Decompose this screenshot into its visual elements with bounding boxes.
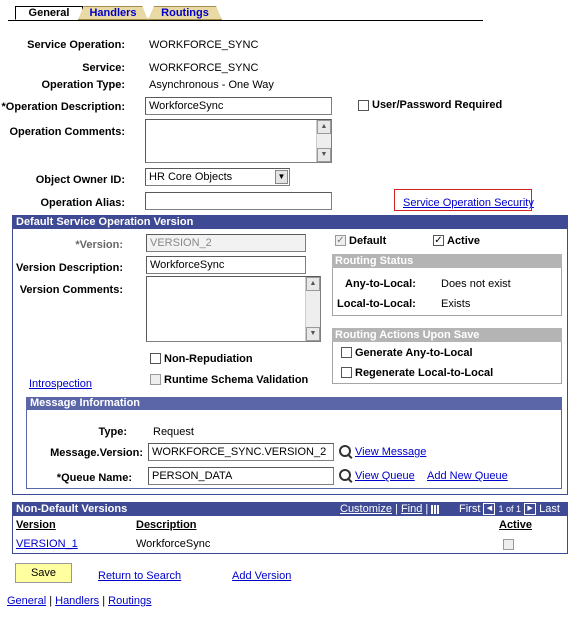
runtime-schema-label: Runtime Schema Validation xyxy=(164,374,309,386)
type-value: Request xyxy=(153,426,194,438)
chevron-down-icon[interactable]: ▼ xyxy=(275,170,288,184)
regenerate-local-to-local-label: Regenerate Local-to-Local xyxy=(355,367,494,379)
add-new-queue-link[interactable]: Add New Queue xyxy=(427,470,508,482)
routing-actions-title: Routing Actions Upon Save xyxy=(332,328,562,342)
queue-name-label: *Queue Name: xyxy=(56,472,132,484)
column-header-active: Active xyxy=(499,519,533,531)
generate-any-to-local-label: Generate Any-to-Local xyxy=(355,347,473,359)
generate-any-to-local-checkbox[interactable] xyxy=(341,347,352,358)
version-label: *Version: xyxy=(75,239,123,251)
version-section-title: Default Service Operation Version xyxy=(12,215,568,229)
tab-handlers[interactable]: Handlers xyxy=(78,6,148,20)
default-label: Default xyxy=(349,235,387,247)
message-version-label: Message.Version: xyxy=(50,447,143,459)
version-description-label: Version Description: xyxy=(16,262,123,274)
nav-separator: | xyxy=(395,503,398,515)
non-repudiation-label: Non-Repudiation xyxy=(164,353,253,365)
object-owner-select[interactable]: HR Core Objects ▼ xyxy=(145,168,290,186)
column-header-version: Version xyxy=(16,519,56,531)
operation-comments-field[interactable]: ▲ ▼ xyxy=(145,119,332,163)
default-checkbox: ✓ xyxy=(335,235,346,246)
object-owner-label: Object Owner ID: xyxy=(35,174,125,186)
regenerate-local-to-local-checkbox[interactable] xyxy=(341,367,352,378)
routing-status-title: Routing Status xyxy=(332,254,562,268)
grid-icon[interactable] xyxy=(431,504,441,514)
version-description-field[interactable]: WorkforceSync xyxy=(146,256,306,274)
runtime-schema-checkbox xyxy=(150,374,161,385)
scroll-up-icon[interactable]: ▲ xyxy=(306,277,320,291)
active-checkbox[interactable]: ✓ xyxy=(433,235,444,246)
service-value: WORKFORCE_SYNC xyxy=(149,62,259,74)
any-to-local-value: Does not exist xyxy=(441,278,511,290)
message-section-title: Message Information xyxy=(26,397,562,410)
bottom-link-handlers[interactable]: Handlers xyxy=(55,595,99,607)
operation-comments-label: Operation Comments: xyxy=(9,126,125,138)
next-icon[interactable]: ▶ xyxy=(524,503,537,516)
find-link[interactable]: Find xyxy=(401,503,422,515)
active-label: Active xyxy=(447,235,481,247)
queue-name-field[interactable]: PERSON_DATA xyxy=(148,467,334,485)
local-to-local-label: Local-to-Local: xyxy=(337,298,416,310)
object-owner-value: HR Core Objects xyxy=(149,171,233,183)
tab-bar-line xyxy=(8,20,483,21)
operation-type-value: Asynchronous - One Way xyxy=(149,79,274,91)
bottom-separator: | xyxy=(102,595,106,607)
user-password-checkbox[interactable] xyxy=(358,100,369,111)
range-text: 1 of 1 xyxy=(498,504,522,514)
customize-link[interactable]: Customize xyxy=(340,503,392,515)
service-label: Service: xyxy=(82,62,125,74)
bottom-separator: | xyxy=(49,595,53,607)
bottom-link-general[interactable]: General xyxy=(7,595,46,607)
message-version-field[interactable]: WORKFORCE_SYNC.VERSION_2 xyxy=(148,443,334,461)
save-button[interactable]: Save xyxy=(15,563,72,583)
version-field: VERSION_2 xyxy=(146,234,306,252)
magnifier-icon[interactable] xyxy=(339,445,351,457)
version-comments-label: Version Comments: xyxy=(19,284,123,296)
tab-routings[interactable]: Routings xyxy=(148,6,222,20)
version-row-link[interactable]: VERSION_1 xyxy=(16,538,78,550)
service-operation-value: WORKFORCE_SYNC xyxy=(149,39,259,51)
local-to-local-value: Exists xyxy=(441,298,471,310)
user-password-label: User/Password Required xyxy=(372,99,503,111)
previous-icon[interactable]: ◀ xyxy=(483,503,496,516)
add-version-link[interactable]: Add Version xyxy=(232,570,291,582)
scroll-down-icon[interactable]: ▼ xyxy=(306,327,320,341)
non-default-title: Non-Default Versions xyxy=(16,503,128,515)
return-to-search-link[interactable]: Return to Search xyxy=(98,570,181,582)
scroll-up-icon[interactable]: ▲ xyxy=(317,120,331,134)
view-message-link[interactable]: View Message xyxy=(355,446,426,458)
service-operation-security-link[interactable]: Service Operation Security xyxy=(403,197,534,209)
last-label: Last xyxy=(539,503,560,515)
operation-comments-scrollbar[interactable]: ▲ ▼ xyxy=(316,120,331,162)
bottom-link-routings[interactable]: Routings xyxy=(108,595,151,607)
service-operation-label: Service Operation: xyxy=(27,39,125,51)
pager: First ◀ 1 of 1 ▶ Last xyxy=(459,502,560,516)
nav-separator: | xyxy=(425,503,429,515)
version-comments-scrollbar[interactable]: ▲ ▼ xyxy=(305,277,320,341)
scroll-down-icon[interactable]: ▼ xyxy=(317,148,331,162)
tab-general[interactable]: General xyxy=(15,6,83,20)
view-queue-link[interactable]: View Queue xyxy=(355,470,415,482)
operation-type-label: Operation Type: xyxy=(41,79,125,91)
type-label: Type: xyxy=(98,426,127,438)
operation-description-field[interactable]: WorkforceSync xyxy=(145,97,332,115)
any-to-local-label: Any-to-Local: xyxy=(345,278,416,290)
first-label: First xyxy=(459,503,481,515)
column-header-description: Description xyxy=(136,519,197,531)
operation-alias-label: Operation Alias: xyxy=(40,197,125,209)
non-repudiation-checkbox[interactable] xyxy=(150,353,161,364)
introspection-link[interactable]: Introspection xyxy=(29,378,92,390)
operation-description-label: *Operation Description: xyxy=(1,101,125,113)
bottom-nav: General | Handlers | Routings xyxy=(7,595,152,607)
version-row-active-checkbox xyxy=(503,539,514,550)
magnifier-icon[interactable] xyxy=(339,469,351,481)
version-comments-field[interactable]: ▲ ▼ xyxy=(146,276,321,342)
operation-alias-field[interactable] xyxy=(145,192,332,210)
grid-nav: Customize | Find | xyxy=(340,502,441,516)
version-row-description: WorkforceSync xyxy=(136,538,211,550)
